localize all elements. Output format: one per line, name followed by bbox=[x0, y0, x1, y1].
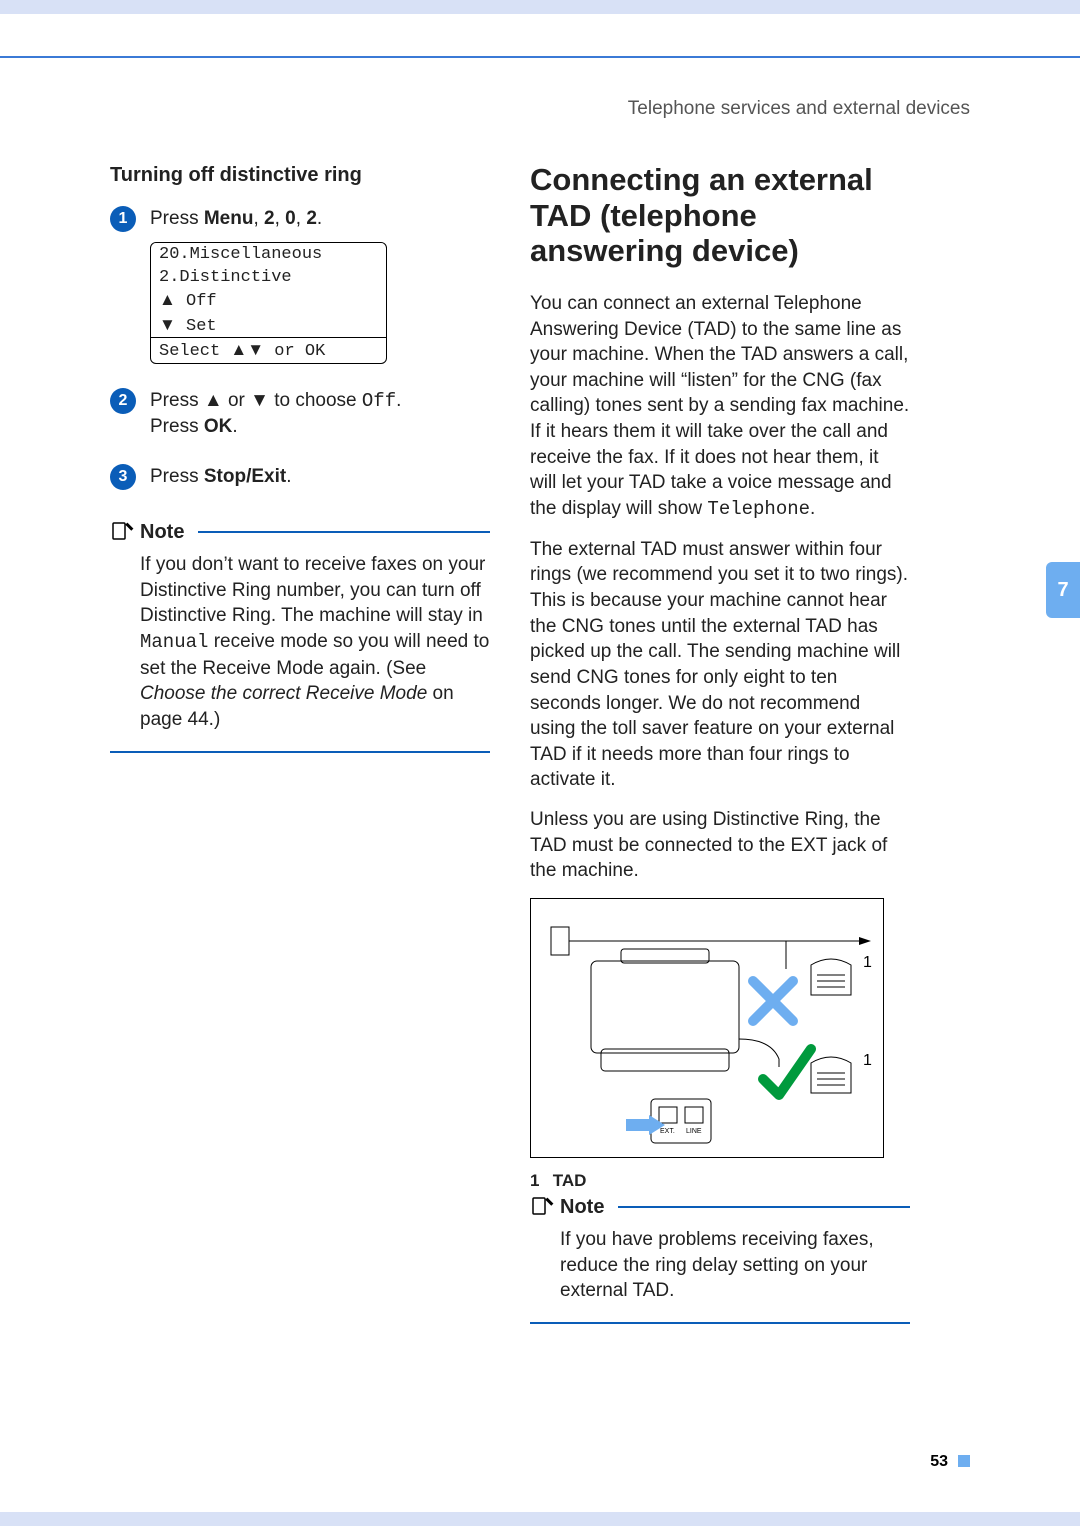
note-label: Note bbox=[560, 1197, 604, 1217]
step-2-bullet: 2 bbox=[110, 388, 136, 414]
lcd-line-3: ▲ Off bbox=[151, 288, 386, 313]
step-2: 2 Press ▲ or ▼ to choose Off.Press OK. bbox=[110, 388, 490, 440]
para-1: You can connect an external Telephone An… bbox=[530, 291, 910, 523]
header-rule bbox=[0, 56, 1080, 58]
lcd-display: 20.Miscellaneous 2.Distinctive ▲ Off ▼ S… bbox=[150, 242, 387, 364]
page-number: 53 bbox=[930, 1454, 970, 1470]
lcd-line-1: 20.Miscellaneous bbox=[151, 243, 386, 266]
step-3-text: Press Stop/Exit. bbox=[150, 464, 490, 490]
note-body-right: If you have problems receiving faxes, re… bbox=[560, 1227, 910, 1304]
note-rule bbox=[618, 1206, 910, 1208]
step-1-bullet: 1 bbox=[110, 206, 136, 232]
note-body-left: If you don’t want to receive faxes on yo… bbox=[140, 552, 490, 732]
down-arrow-icon: ▼ bbox=[159, 315, 176, 334]
step-2-text: Press ▲ or ▼ to choose Off.Press OK. bbox=[150, 388, 490, 440]
para-3: Unless you are using Distinctive Ring, t… bbox=[530, 807, 910, 884]
svg-text:EXT.: EXT. bbox=[660, 1128, 675, 1135]
lcd-line-2: 2.Distinctive bbox=[151, 266, 386, 289]
note-block-right: Note If you have problems receiving faxe… bbox=[530, 1195, 910, 1324]
lcd-footer: Select ▲▼ or OK bbox=[151, 338, 386, 363]
diagram-label-1-bottom: 1 bbox=[863, 1052, 872, 1069]
note-icon bbox=[110, 520, 134, 544]
connection-diagram: 1 EXT. LINE bbox=[530, 898, 884, 1158]
note-block-left: Note If you don’t want to receive faxes … bbox=[110, 520, 490, 752]
para-2: The external TAD must answer within four… bbox=[530, 537, 910, 793]
page-number-cap bbox=[958, 1455, 970, 1467]
lcd-line-4: ▼ Set bbox=[151, 313, 386, 338]
note-rule bbox=[198, 531, 490, 533]
running-header: Telephone services and external devices bbox=[628, 98, 970, 121]
section-title-turning-off: Turning off distinctive ring bbox=[110, 162, 490, 188]
chapter-tab: 7 bbox=[1046, 562, 1080, 618]
step-3-bullet: 3 bbox=[110, 464, 136, 490]
note-icon bbox=[530, 1195, 554, 1219]
step-3: 3 Press Stop/Exit. bbox=[110, 464, 490, 490]
step-1: 1 Press Menu, 2, 0, 2. bbox=[110, 206, 490, 232]
note-bottom-rule bbox=[110, 751, 490, 753]
heading-connecting-tad: Connecting an external TAD (telephone an… bbox=[530, 162, 910, 269]
diagram-legend: 1 TAD bbox=[530, 1172, 910, 1189]
diagram-label-1-top: 1 bbox=[863, 954, 872, 971]
svg-text:LINE: LINE bbox=[686, 1128, 702, 1135]
up-arrow-icon: ▲ bbox=[159, 290, 176, 309]
note-label: Note bbox=[140, 522, 184, 542]
note-bottom-rule bbox=[530, 1322, 910, 1324]
step-1-text: Press Menu, 2, 0, 2. bbox=[150, 206, 490, 232]
